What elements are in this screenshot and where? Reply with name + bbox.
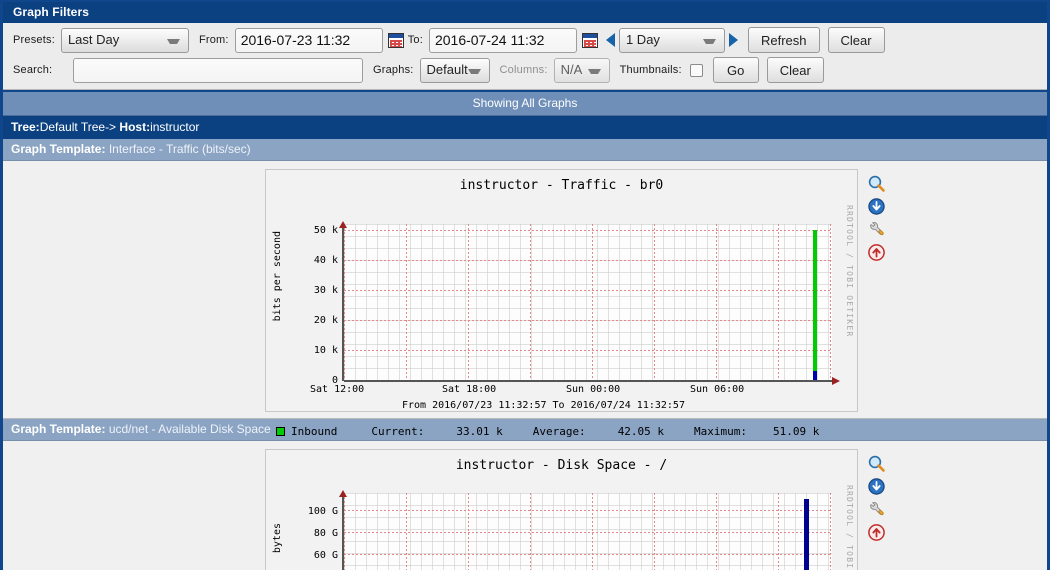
graph-template-key: Graph Template: — [11, 142, 106, 156]
graph-template-header-traffic: Graph Template: Interface - Traffic (bit… — [3, 139, 1047, 161]
legend-swatch-inbound — [276, 427, 285, 436]
y-tick-60g: 60 G — [313, 550, 338, 561]
breadcrumb-separator: -> — [105, 120, 120, 134]
graph-filters-title: Graph Filters — [3, 2, 1047, 23]
wrench-properties-icon[interactable] — [868, 221, 885, 238]
x-tick-sat-1200: Sat 12:00 — [310, 384, 365, 395]
graph-template-value: Interface - Traffic (bits/sec) — [108, 142, 251, 156]
legend-current-inbound: 33.01 k — [456, 425, 503, 438]
columns-select: N/A — [553, 57, 610, 83]
presets-label: Presets: — [13, 34, 55, 46]
page-top-up-arrow-icon[interactable] — [868, 244, 885, 261]
presets-select-wrap: Last Day — [60, 27, 189, 53]
thumbnails-label: Thumbnails: — [619, 64, 682, 76]
arrow-left-icon[interactable] — [605, 33, 615, 47]
page-top-up-arrow-icon-2[interactable] — [868, 524, 885, 541]
y-axis-label-traffic: bits per second — [272, 231, 283, 322]
breadcrumb: Tree:Default Tree-> Host:instructor — [3, 116, 1047, 139]
time-range-select[interactable]: 1 Day — [618, 27, 725, 53]
rrdtool-watermark-2: RRDTOOL / TOBI OETIKER — [845, 485, 854, 570]
breadcrumb-tree-value[interactable]: Default Tree — [40, 120, 105, 134]
filter-row-search: Search: Graphs: Default Columns: N/A Thu… — [3, 53, 1047, 83]
from-date-input[interactable] — [234, 27, 383, 53]
graph-template-value-2: ucd/net - Available Disk Space — [108, 422, 271, 436]
calendar-icon-to[interactable] — [581, 32, 598, 48]
legend-maximum-inbound: 51.09 k — [773, 425, 820, 438]
graph-image-traffic[interactable]: instructor - Traffic - br0 RRDTOOL / TOB… — [265, 169, 858, 453]
y-tick-30k: 30 k — [313, 285, 338, 296]
x-axis-line-traffic — [344, 380, 834, 382]
search-label: Search: — [13, 64, 53, 76]
x-tick-sun-0000: Sun 00:00 — [566, 384, 621, 395]
clear-search-button[interactable]: Clear — [766, 57, 824, 83]
range-select-wrap: 1 Day — [618, 27, 725, 53]
plot-canvas-diskspace — [344, 493, 832, 570]
graph-title-traffic: instructor - Traffic - br0 — [459, 178, 664, 193]
calendar-icon[interactable] — [387, 32, 404, 48]
arrow-right-icon[interactable] — [728, 33, 738, 47]
x-tick-sun-0600: Sun 06:00 — [690, 384, 745, 395]
wrench-properties-icon-2[interactable] — [868, 501, 885, 518]
legend-header-current-in: Current: — [371, 425, 425, 438]
showing-all-graphs-bar: Showing All Graphs — [3, 92, 1047, 116]
columns-label: Columns: — [499, 64, 548, 76]
plot-gridlines-traffic — [344, 224, 832, 381]
graph-filters-body: Presets: Last Day From: To: 1 Day — [3, 23, 1047, 90]
cacti-graph-view-page: Graph Filters Presets: Last Day From: To… — [0, 0, 1050, 570]
to-label: To: — [407, 34, 423, 46]
rrdtool-watermark: RRDTOOL / TOBI OETIKER — [845, 205, 854, 338]
graph-filters-panel: Graph Filters Presets: Last Day From: To… — [3, 2, 1047, 92]
legend-average-inbound: 42.05 k — [617, 425, 665, 438]
plot-canvas-traffic — [344, 224, 832, 381]
y-axis-line-traffic — [342, 227, 344, 381]
y-tick-50k: 50 k — [313, 225, 338, 236]
csv-export-down-arrow-icon-2[interactable] — [868, 478, 885, 495]
graphs-per-page-select[interactable]: Default — [419, 57, 490, 83]
columns-select-wrap: N/A — [553, 57, 610, 83]
y-axis-line-diskspace — [342, 496, 344, 570]
y-tick-10k: 10 k — [313, 345, 338, 356]
magnifier-zoom-icon-2[interactable] — [868, 455, 885, 472]
graph-area-traffic: instructor - Traffic - br0 RRDTOOL / TOB… — [3, 161, 1047, 453]
magnifier-zoom-icon[interactable] — [868, 175, 885, 192]
legend-row-inbound: Inbound Current: 33.01 k Average: 42.05 k Max… — [276, 425, 819, 438]
graph-actions-diskspace — [858, 449, 898, 547]
csv-export-down-arrow-icon[interactable] — [868, 198, 885, 215]
breadcrumb-tree-key: Tree: — [11, 120, 40, 134]
graph-actions-traffic — [858, 169, 898, 267]
legend-name-inbound: Inbound — [291, 425, 338, 438]
graph-date-range-traffic: From 2016/07/23 11:32:57 To 2016/07/24 1… — [402, 400, 685, 411]
graphs-select-wrap: Default — [419, 57, 490, 83]
y-tick-80g: 80 G — [313, 528, 338, 539]
graph-image-diskspace[interactable]: instructor - Disk Space - / RRDTOOL / TO… — [265, 449, 858, 570]
y-tick-100g: 100 G — [307, 506, 338, 517]
y-axis-arrow-traffic — [339, 221, 347, 228]
graphs-label: Graphs: — [373, 64, 414, 76]
series-bar-inbound — [813, 230, 817, 381]
search-input[interactable] — [73, 57, 363, 83]
presets-select[interactable]: Last Day — [60, 27, 189, 53]
y-axis-label-diskspace: bytes — [272, 523, 283, 554]
legend-header-average-in: Average: — [532, 425, 586, 438]
legend-header-maximum-in: Maximum: — [694, 425, 748, 438]
graph-title-diskspace: instructor - Disk Space - / — [455, 458, 668, 473]
breadcrumb-host-key: Host: — [119, 120, 151, 134]
y-axis-arrow-diskspace — [339, 490, 347, 497]
breadcrumb-host-value[interactable]: instructor — [150, 120, 199, 134]
plot-gridlines-diskspace — [344, 493, 832, 570]
x-tick-sat-1800: Sat 18:00 — [442, 384, 497, 395]
graph-template-key-2: Graph Template: — [11, 422, 106, 436]
y-tick-20k: 20 k — [313, 315, 338, 326]
y-tick-40k: 40 k — [313, 255, 338, 266]
thumbnails-checkbox[interactable] — [689, 63, 703, 77]
series-bar-disk-used — [804, 499, 809, 570]
to-date-input[interactable] — [428, 27, 577, 53]
go-button[interactable]: Go — [712, 57, 759, 83]
x-axis-arrow-traffic — [832, 377, 840, 385]
filter-row-presets: Presets: Last Day From: To: 1 Day — [3, 23, 1047, 53]
from-label: From: — [198, 34, 229, 46]
refresh-button[interactable]: Refresh — [747, 27, 820, 53]
clear-button[interactable]: Clear — [827, 27, 885, 53]
graph-area-diskspace: instructor - Disk Space - / RRDTOOL / TO… — [3, 441, 1047, 570]
